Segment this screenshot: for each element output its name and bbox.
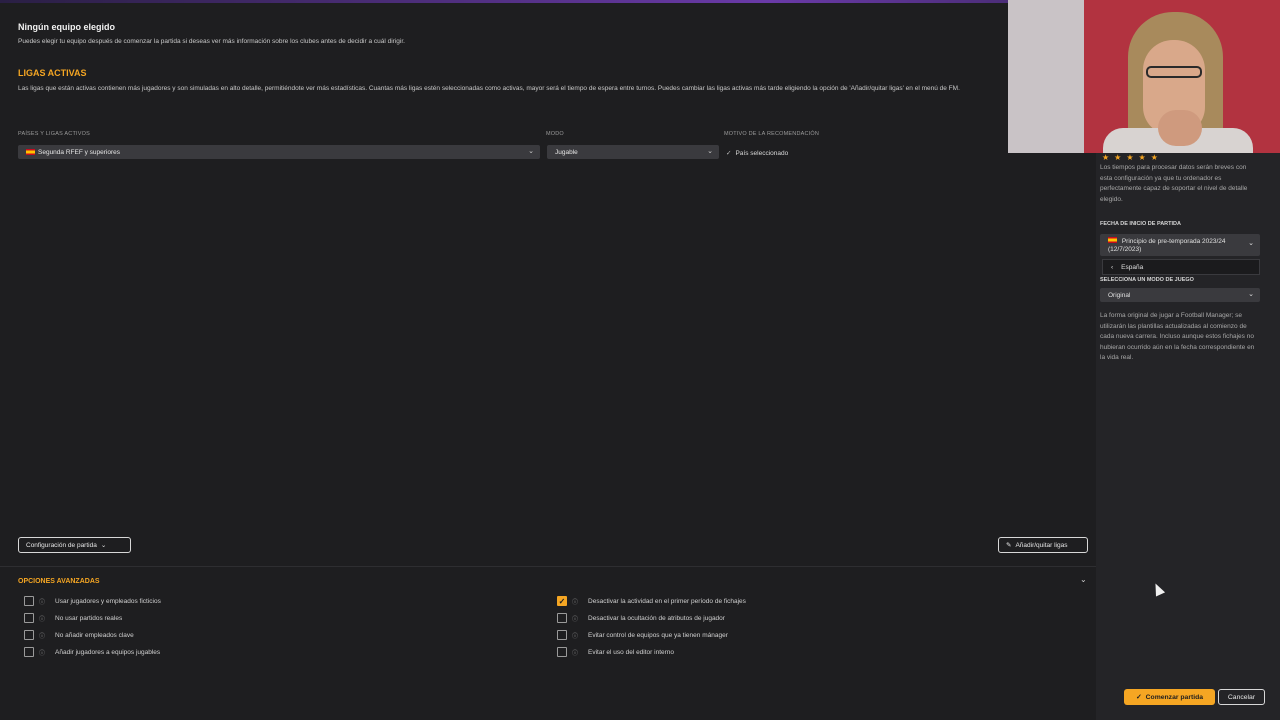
start-game-label: Comenzar partida bbox=[1145, 693, 1204, 701]
detail-text: Los tiempos para procesar datos serán br… bbox=[1100, 164, 1248, 203]
fecha-label: FECHA DE INICIO DE PARTIDA bbox=[1100, 221, 1181, 227]
option-left-4[interactable]: ⓘ Añadir jugadores a equipos jugables bbox=[24, 646, 160, 658]
checkbox-checked[interactable]: ✓ bbox=[557, 596, 567, 606]
fecha-value: Principio de pre-temporada 2023/24 (12/7… bbox=[1108, 238, 1226, 253]
config-partida-button[interactable]: Configuración de partida ⌄ bbox=[18, 537, 131, 553]
motivo-text: ✓ País seleccionado bbox=[726, 149, 788, 157]
chevron-down-icon: ⌄ bbox=[707, 148, 713, 155]
main-panel bbox=[0, 3, 1096, 720]
modo-select[interactable]: Jugable ⌄ bbox=[547, 145, 719, 159]
option-label: Evitar control de equipos que ya tienen … bbox=[588, 631, 728, 639]
page-title: Ningún equipo elegido bbox=[18, 22, 115, 32]
webcam-hand bbox=[1158, 110, 1202, 146]
option-right-3[interactable]: ⓘ Evitar control de equipos que ya tienen… bbox=[557, 629, 728, 641]
fecha-popup-item[interactable]: ‹ España bbox=[1102, 259, 1260, 275]
option-label: Desactivar la actividad en el primer per… bbox=[588, 597, 746, 605]
modo-juego-select[interactable]: Original ⌄ bbox=[1100, 288, 1260, 302]
liga-select-value: Segunda RFEF y superiores bbox=[38, 148, 121, 156]
collapse-chevron-icon[interactable]: ⌄ bbox=[1080, 575, 1087, 584]
start-game-button[interactable]: ✓ Comenzar partida bbox=[1124, 689, 1215, 705]
info-icon: ⓘ bbox=[572, 633, 579, 640]
option-left-3[interactable]: ⓘ No añadir empleados clave bbox=[24, 629, 134, 641]
checkbox[interactable] bbox=[24, 596, 34, 606]
detail-stars: ★★★★★ bbox=[1102, 153, 1163, 162]
liga-select[interactable]: Segunda RFEF y superiores ⌄ bbox=[18, 145, 540, 159]
spain-flag-icon bbox=[1108, 237, 1117, 243]
check-icon: ✓ bbox=[1135, 694, 1142, 701]
chevron-down-icon: ⌄ bbox=[100, 542, 107, 549]
checkbox[interactable] bbox=[557, 613, 567, 623]
option-label: No añadir empleados clave bbox=[55, 631, 134, 639]
option-label: Desactivar la ocultación de atributos de… bbox=[588, 614, 725, 622]
popup-item-label: España bbox=[1121, 263, 1144, 271]
motivo-value: País seleccionado bbox=[735, 150, 789, 157]
modo-juego-label: SELECCIONA UN MODO DE JUEGO bbox=[1100, 277, 1194, 283]
checkbox[interactable] bbox=[24, 613, 34, 623]
option-right-1[interactable]: ✓ ⓘ Desactivar la actividad en el primer p… bbox=[557, 595, 746, 607]
col-modo-label: MODO bbox=[546, 131, 564, 137]
chevron-left-icon: ‹ bbox=[1111, 263, 1114, 271]
info-icon: ⓘ bbox=[39, 599, 46, 606]
ligas-description: Las ligas que están activas contienen má… bbox=[18, 85, 960, 92]
info-icon: ⓘ bbox=[39, 616, 46, 623]
option-left-1[interactable]: ⓘ Usar jugadores y empleados ficticios bbox=[24, 595, 161, 607]
option-right-4[interactable]: ⓘ Evitar el uso del editor interno bbox=[557, 646, 674, 658]
add-remove-label: Añadir/quitar ligas bbox=[1015, 541, 1068, 549]
check-icon: ✓ bbox=[726, 150, 732, 157]
checkbox[interactable] bbox=[24, 647, 34, 657]
chevron-down-icon: ⌄ bbox=[1248, 240, 1254, 247]
chevron-down-icon: ⌄ bbox=[1248, 291, 1254, 298]
webcam-overlay bbox=[1008, 0, 1280, 153]
checkbox[interactable] bbox=[24, 630, 34, 640]
config-partida-label: Configuración de partida bbox=[26, 541, 97, 549]
cancel-button[interactable]: Cancelar bbox=[1218, 689, 1265, 705]
webcam-glasses bbox=[1146, 66, 1202, 78]
info-icon: ⓘ bbox=[572, 599, 579, 606]
pencil-icon: ✎ bbox=[1006, 542, 1012, 549]
col-motivo-label: MOTIVO DE LA RECOMENDACIÓN bbox=[724, 131, 820, 137]
modo-juego-text: La forma original de jugar a Football Ma… bbox=[1100, 312, 1255, 361]
modo-juego-value: Original bbox=[1108, 291, 1131, 299]
info-icon: ⓘ bbox=[39, 650, 46, 657]
option-right-2[interactable]: ⓘ Desactivar la ocultación de atributos d… bbox=[557, 612, 725, 624]
info-icon: ⓘ bbox=[39, 633, 46, 640]
option-label: No usar partidos reales bbox=[55, 614, 123, 622]
add-remove-ligas-button[interactable]: ✎ Añadir/quitar ligas bbox=[998, 537, 1088, 553]
chevron-down-icon: ⌄ bbox=[528, 148, 534, 155]
option-label: Añadir jugadores a equipos jugables bbox=[55, 648, 161, 656]
modo-select-value: Jugable bbox=[555, 148, 578, 156]
info-icon: ⓘ bbox=[572, 616, 579, 623]
option-label: Evitar el uso del editor interno bbox=[588, 648, 675, 656]
page-description: Puedes elegir tu equipo después de comen… bbox=[18, 38, 405, 45]
info-icon: ⓘ bbox=[572, 650, 579, 657]
checkbox[interactable] bbox=[557, 647, 567, 657]
option-left-2[interactable]: ⓘ No usar partidos reales bbox=[24, 612, 122, 624]
option-label: Usar jugadores y empleados ficticios bbox=[55, 597, 161, 605]
fecha-select[interactable]: Principio de pre-temporada 2023/24 (12/7… bbox=[1100, 234, 1260, 256]
spain-flag-icon bbox=[26, 149, 35, 155]
ligas-section-title: LIGAS ACTIVAS bbox=[18, 68, 87, 78]
divider bbox=[0, 566, 1096, 567]
col-paises-label: PAÍSES Y LIGAS ACTIVOS bbox=[18, 131, 90, 137]
checkbox[interactable] bbox=[557, 630, 567, 640]
advanced-section-title: OPCIONES AVANZADAS bbox=[18, 578, 100, 585]
